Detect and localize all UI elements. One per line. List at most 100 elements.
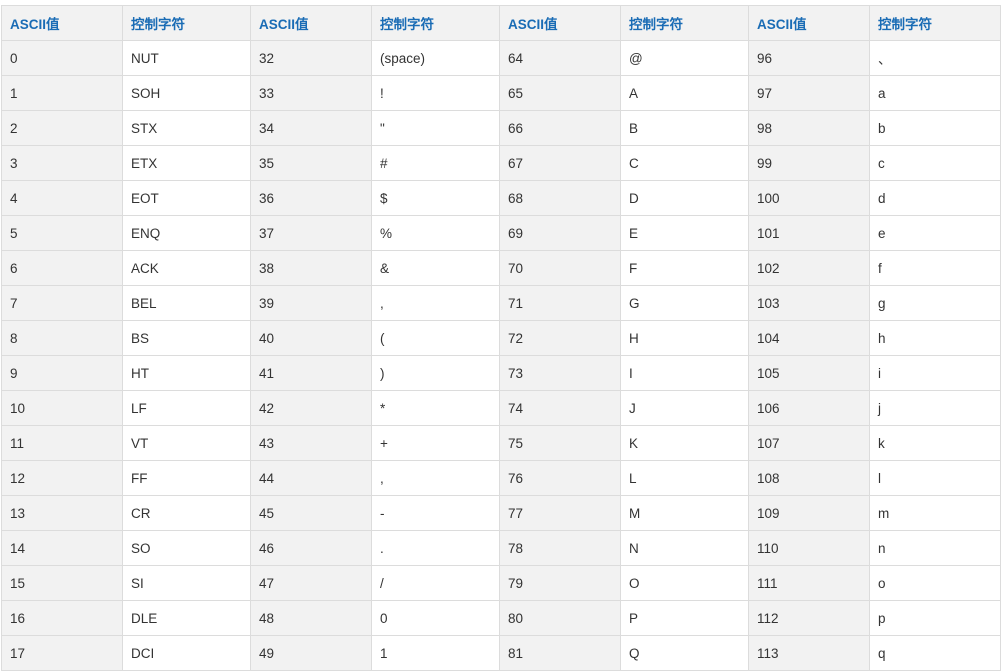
ascii-value-cell: 48	[250, 600, 372, 636]
ascii-value-cell: 104	[748, 320, 870, 356]
table-row: 12 FF 44, 76 L 108 l	[1, 460, 1001, 496]
control-char-cell: C	[620, 145, 749, 181]
control-char-cell: A	[620, 75, 749, 111]
control-char-cell: SI	[122, 565, 251, 601]
ascii-value-cell: 43	[250, 425, 372, 461]
ascii-value-cell: 47	[250, 565, 372, 601]
ascii-value-cell: 14	[1, 530, 123, 566]
ascii-value-cell: 2	[1, 110, 123, 146]
ascii-value-cell: 98	[748, 110, 870, 146]
header-ascii-value: ASCII值	[499, 5, 621, 41]
ascii-value-cell: 76	[499, 460, 621, 496]
ascii-value-cell: 112	[748, 600, 870, 636]
ascii-value-cell: 80	[499, 600, 621, 636]
ascii-value-cell: 78	[499, 530, 621, 566]
ascii-value-cell: 73	[499, 355, 621, 391]
ascii-value-cell: 75	[499, 425, 621, 461]
control-char-cell: HT	[122, 355, 251, 391]
control-char-cell: p	[869, 600, 1001, 636]
table-row: 11 VT 43 +75 K 107 k	[1, 425, 1001, 461]
table-row: 17 DCI 49 1 81 Q 113 q	[1, 635, 1001, 671]
control-char-cell: c	[869, 145, 1001, 181]
control-char-cell: h	[869, 320, 1001, 356]
control-char-cell: O	[620, 565, 749, 601]
ascii-table: ASCII值 控制字符 ASCII值 控制字符 ASCII值 控制字符 ASCII值 控制字符…	[1, 5, 1001, 671]
control-char-cell: STX	[122, 110, 251, 146]
control-char-cell: *	[371, 390, 500, 426]
ascii-value-cell: 34	[250, 110, 372, 146]
table-row: 9 HT 41) 73 I 105 i	[1, 355, 1001, 391]
control-char-cell: P	[620, 600, 749, 636]
ascii-value-cell: 64	[499, 40, 621, 76]
ascii-value-cell: 110	[748, 530, 870, 566]
control-char-cell: q	[869, 635, 1001, 671]
ascii-value-cell: 72	[499, 320, 621, 356]
ascii-value-cell: 41	[250, 355, 372, 391]
control-char-cell: 1	[371, 635, 500, 671]
ascii-value-cell: 6	[1, 250, 123, 286]
ascii-value-cell: 8	[1, 320, 123, 356]
header-control-char: 控制字符	[620, 5, 749, 41]
control-char-cell: i	[869, 355, 1001, 391]
control-char-cell: +	[371, 425, 500, 461]
ascii-value-cell: 108	[748, 460, 870, 496]
ascii-value-cell: 65	[499, 75, 621, 111]
ascii-value-cell: 100	[748, 180, 870, 216]
ascii-value-cell: 102	[748, 250, 870, 286]
ascii-value-cell: 107	[748, 425, 870, 461]
control-char-cell: CR	[122, 495, 251, 531]
control-char-cell: 、	[869, 40, 1001, 76]
control-char-cell: D	[620, 180, 749, 216]
table-row: 16 DLE 48 0 80 P 112 p	[1, 600, 1001, 636]
header-ascii-value: ASCII值	[1, 5, 123, 41]
ascii-value-cell: 35	[250, 145, 372, 181]
table-row: 3 ETX 35 #67 C 99 c	[1, 145, 1001, 181]
control-char-cell: f	[869, 250, 1001, 286]
ascii-value-cell: 103	[748, 285, 870, 321]
table-row: 15 SI 47/79 O 111 o	[1, 565, 1001, 601]
table-row: 4 EOT 36 $68 D 100 d	[1, 180, 1001, 216]
ascii-value-cell: 79	[499, 565, 621, 601]
ascii-value-cell: 74	[499, 390, 621, 426]
control-char-cell: BS	[122, 320, 251, 356]
control-char-cell: %	[371, 215, 500, 251]
control-char-cell: (	[371, 320, 500, 356]
ascii-value-cell: 81	[499, 635, 621, 671]
ascii-value-cell: 13	[1, 495, 123, 531]
control-char-cell: EOT	[122, 180, 251, 216]
ascii-value-cell: 0	[1, 40, 123, 76]
header-row: ASCII值 控制字符 ASCII值 控制字符 ASCII值 控制字符 ASCII值 控制字符	[1, 5, 1001, 41]
control-char-cell: n	[869, 530, 1001, 566]
control-char-cell: j	[869, 390, 1001, 426]
control-char-cell: "	[371, 110, 500, 146]
ascii-value-cell: 32	[250, 40, 372, 76]
ascii-value-cell: 40	[250, 320, 372, 356]
control-char-cell: $	[371, 180, 500, 216]
control-char-cell: LF	[122, 390, 251, 426]
control-char-cell: ,	[371, 285, 500, 321]
control-char-cell: /	[371, 565, 500, 601]
ascii-value-cell: 46	[250, 530, 372, 566]
control-char-cell: SOH	[122, 75, 251, 111]
ascii-value-cell: 69	[499, 215, 621, 251]
control-char-cell: L	[620, 460, 749, 496]
table-row: 2 STX 34 " 66 B 98 b	[1, 110, 1001, 146]
ascii-value-cell: 37	[250, 215, 372, 251]
control-char-cell: k	[869, 425, 1001, 461]
ascii-value-cell: 16	[1, 600, 123, 636]
control-char-cell: &	[371, 250, 500, 286]
table-row: 7 BEL 39, 71 G 103 g	[1, 285, 1001, 321]
ascii-value-cell: 11	[1, 425, 123, 461]
table-row: 6 ACK 38 & 70 F 102 f	[1, 250, 1001, 286]
control-char-cell: N	[620, 530, 749, 566]
table-row: 13 CR 45-77 M 109 m	[1, 495, 1001, 531]
control-char-cell: m	[869, 495, 1001, 531]
ascii-value-cell: 3	[1, 145, 123, 181]
control-char-cell: DCI	[122, 635, 251, 671]
ascii-value-cell: 113	[748, 635, 870, 671]
control-char-cell: ENQ	[122, 215, 251, 251]
ascii-value-cell: 42	[250, 390, 372, 426]
control-char-cell: a	[869, 75, 1001, 111]
control-char-cell: b	[869, 110, 1001, 146]
ascii-value-cell: 1	[1, 75, 123, 111]
